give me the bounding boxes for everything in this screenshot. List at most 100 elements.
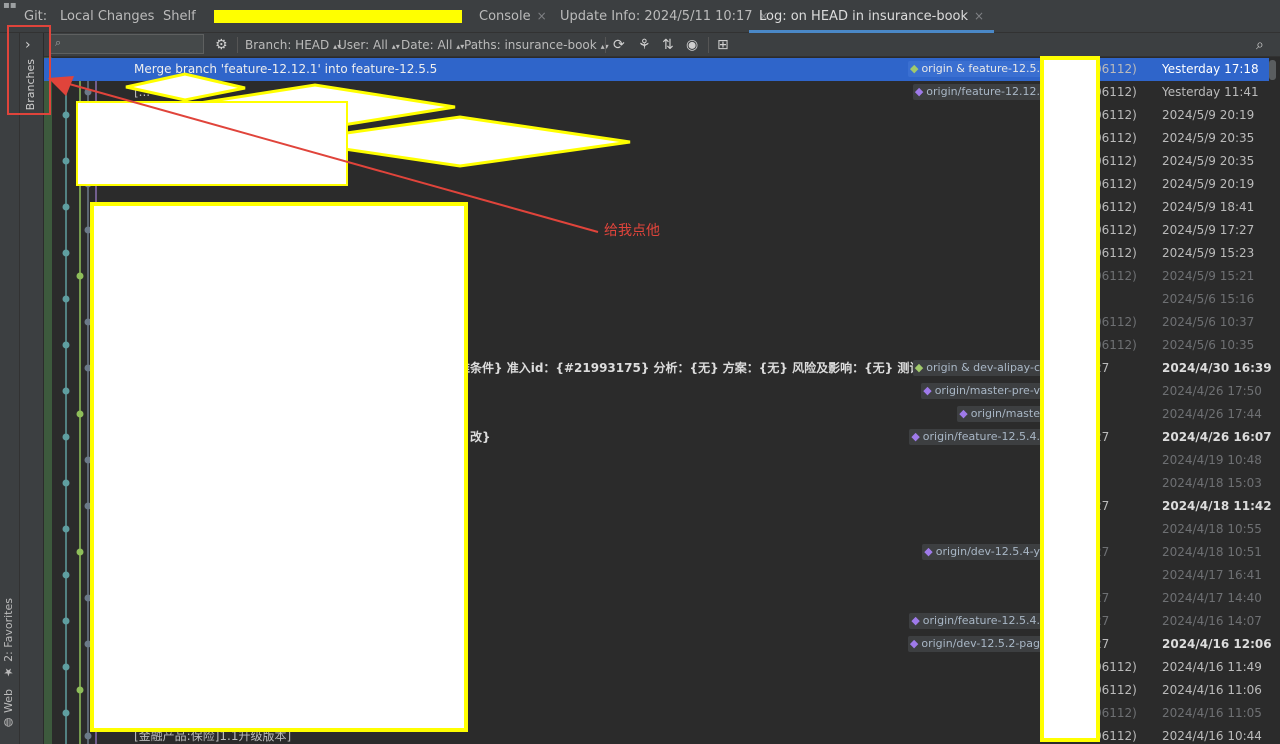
commit-date: 2024/4/16 14:07 <box>1162 614 1262 628</box>
ref-label[interactable]: ◆ origin & dev-alipay-c <box>912 360 1044 376</box>
refresh-icon[interactable]: ⟳ <box>613 33 625 57</box>
commit-date: 2024/4/26 17:44 <box>1162 407 1262 421</box>
commit-hash: 27 <box>1094 499 1110 513</box>
commit-row[interactable]: ◆ origin/master-pre-v 2024/4/26 17:50 <box>44 380 1269 403</box>
commit-hash: 06112) <box>1094 729 1137 743</box>
commit-row[interactable]: [... ◆ origin/feature-12.12. 06112) Yesterda… <box>44 81 1269 104</box>
favorites-tool-button[interactable]: ★ 2: Favorites <box>2 598 18 678</box>
close-icon[interactable]: × <box>537 9 547 23</box>
commit-hash: 06112) <box>1094 85 1137 99</box>
paths-filter-dropdown[interactable]: Paths: insurance-book ▴▾ <box>464 33 609 57</box>
chevron-right-icon[interactable]: › <box>25 37 31 53</box>
favorites-label: 2: Favorites <box>2 598 15 662</box>
ref-label[interactable]: ◆ origin/feature-12.5.4. <box>909 429 1044 445</box>
commit-date: 2024/4/16 11:06 <box>1162 683 1262 697</box>
scrollbar-thumb[interactable] <box>1269 60 1276 80</box>
ref-name: origin & dev-alipay-c <box>926 361 1040 374</box>
new-tab-icon[interactable]: ⊞ <box>717 33 729 57</box>
close-icon[interactable]: × <box>974 9 984 23</box>
commit-hash: 27 <box>1094 614 1110 628</box>
commit-date: 2024/5/6 10:35 <box>1162 338 1255 352</box>
commit-hash: 06112) <box>1094 660 1137 674</box>
commit-row[interactable]: 改} ◆ origin/feature-12.5.4. 27 2024/4/26 16:… <box>44 426 1272 449</box>
commit-hash: 27 <box>1094 361 1110 375</box>
tab-update-info[interactable]: Update Info: 2024/5/11 10:17 × <box>560 0 769 32</box>
commit-row[interactable]: 06112) 2024/4/16 11:05 <box>44 702 1269 725</box>
commit-date: 2024/5/9 20:35 <box>1162 154 1255 168</box>
date-filter-dropdown[interactable]: Date: All ▴▾ <box>401 33 464 57</box>
commit-hash: 06112) <box>1094 706 1137 720</box>
cherry-pick-icon[interactable]: ⚘ <box>638 33 651 57</box>
commit-row[interactable]: 2024/4/17 16:41 <box>44 564 1269 587</box>
commit-date: 2024/4/26 17:50 <box>1162 384 1262 398</box>
commit-row[interactable]: 06112) 2024/5/9 20:35 <box>44 150 1269 173</box>
commit-row[interactable]: ◆ origin/dev-12.5.2-pag 27 2024/4/16 12:06 <box>44 633 1272 656</box>
commit-hash: 06112) <box>1094 177 1137 191</box>
paths-filter-label: Paths: insurance-book <box>464 38 597 52</box>
eye-icon[interactable]: ◉ <box>686 33 698 57</box>
commit-row[interactable]: 准条件} 准入id：{#21993175} 分析：{无} 方案：{无} 风险及影… <box>44 357 1272 380</box>
commit-row[interactable]: 06112) 2024/5/6 10:37 <box>44 311 1269 334</box>
commit-row[interactable]: ◆ origin/feature-12.5.4. 27 2024/4/16 14:07 <box>44 610 1269 633</box>
gear-icon[interactable]: ⚙ <box>215 33 228 57</box>
user-filter-dropdown[interactable]: User: All ▴▾ <box>338 33 400 57</box>
annotation-text: 给我点他 <box>604 223 660 239</box>
tab-log[interactable]: Log: on HEAD in insurance-book × <box>748 0 995 33</box>
commit-row[interactable]: [... 06112) 2024/5/9 20:19 <box>44 104 1269 127</box>
commit-row[interactable]: 27 2024/4/18 11:42 <box>44 495 1272 518</box>
grid-icon[interactable]: ▪▪ <box>3 0 17 11</box>
redacted-tab <box>214 10 462 23</box>
commit-row[interactable]: [金融产品:保险]1.1升级版本] 06112) 2024/4/16 10:44 <box>44 725 1269 744</box>
commit-row[interactable]: 06112) 2024/5/9 20:19 <box>44 173 1269 196</box>
ref-label[interactable]: ◆ origin/feature-12.5.4. <box>909 613 1044 629</box>
tag-icon: ◆ <box>959 407 968 420</box>
tag-icon: ◆ <box>923 384 932 397</box>
search-icon[interactable]: ⌕ <box>1256 33 1264 57</box>
tab-shelf[interactable]: Shelf <box>163 0 196 32</box>
tab-local-changes[interactable]: Local Changes <box>60 0 154 32</box>
commit-row[interactable]: ◆ origin/dev-12.5.4-y 27 2024/4/18 10:51 <box>44 541 1269 564</box>
commit-date: Yesterday 11:41 <box>1162 85 1259 99</box>
commit-date: 2024/5/9 20:35 <box>1162 131 1255 145</box>
search-input-box[interactable]: ⌕ <box>50 34 204 54</box>
commit-row[interactable]: 2024/4/18 10:55 <box>44 518 1269 541</box>
ref-label[interactable]: ◆ origin/feature-12.12. <box>912 84 1044 100</box>
ref-label[interactable]: ◆ origin/dev-12.5.2-pag <box>907 636 1044 652</box>
date-filter-label: Date: All <box>401 38 453 52</box>
web-tool-button[interactable]: ◍ Web <box>2 689 18 729</box>
commit-row[interactable]: 27 2024/4/17 14:40 <box>44 587 1269 610</box>
commit-hash: 27 <box>1094 637 1110 651</box>
commit-row[interactable]: 06112) 2024/5/9 15:21 <box>44 265 1269 288</box>
tag-icon: ◆ <box>911 430 920 443</box>
commit-row[interactable]: 06112) 2024/5/6 10:35 <box>44 334 1269 357</box>
commit-row[interactable]: 2024/4/19 10:48 <box>44 449 1269 472</box>
tag-icon: ◆ <box>924 545 933 558</box>
ref-label[interactable]: ◆ origin/dev-12.5.4-y <box>922 544 1044 560</box>
commit-row[interactable]: 06112) 2024/5/9 15:23 <box>44 242 1269 265</box>
commit-date: 2024/4/19 10:48 <box>1162 453 1262 467</box>
branch-filter-dropdown[interactable]: Branch: HEAD ▴▾ <box>245 33 341 57</box>
commit-row[interactable]: 06112) 2024/5/9 20:35 <box>44 127 1269 150</box>
ref-name: origin/master-pre-v <box>934 384 1040 397</box>
commit-row[interactable]: 06112) 2024/4/16 11:49 <box>44 656 1269 679</box>
tag-icon: ◆ <box>914 85 924 98</box>
ref-label[interactable]: ◆ origin & feature-12.5. <box>907 61 1044 77</box>
branches-toggle[interactable]: Branches <box>24 59 37 110</box>
commit-row[interactable]: 06112) 2024/4/16 11:06 <box>44 679 1269 702</box>
log-toolbar: ⌕ ⚙ Branch: HEAD ▴▾ User: All ▴▾ Date: A… <box>44 33 1280 57</box>
commit-row[interactable]: Merge branch 'feature-12.12.1' into feat… <box>44 58 1269 81</box>
tab-label: Log: on HEAD in insurance-book <box>759 9 969 24</box>
commit-row[interactable]: ◆ origin/maste 2024/4/26 17:44 <box>44 403 1269 426</box>
tab-console[interactable]: Console × <box>479 0 547 32</box>
search-input[interactable] <box>71 36 203 54</box>
commit-date: 2024/4/17 16:41 <box>1162 568 1262 582</box>
commit-row[interactable]: 2024/5/6 15:16 <box>44 288 1269 311</box>
ref-label[interactable]: ◆ origin/master-pre-v <box>921 383 1044 399</box>
branches-panel-strip: › Branches <box>20 33 44 744</box>
ref-label[interactable]: ◆ origin/maste <box>957 406 1044 422</box>
commit-hash: 06112) <box>1094 131 1137 145</box>
commit-row[interactable]: 06112) 2024/5/9 18:41 <box>44 196 1269 219</box>
sort-icon[interactable]: ⇅ <box>662 33 674 57</box>
commit-hash: 06112) <box>1094 223 1137 237</box>
commit-row[interactable]: 2024/4/18 15:03 <box>44 472 1269 495</box>
